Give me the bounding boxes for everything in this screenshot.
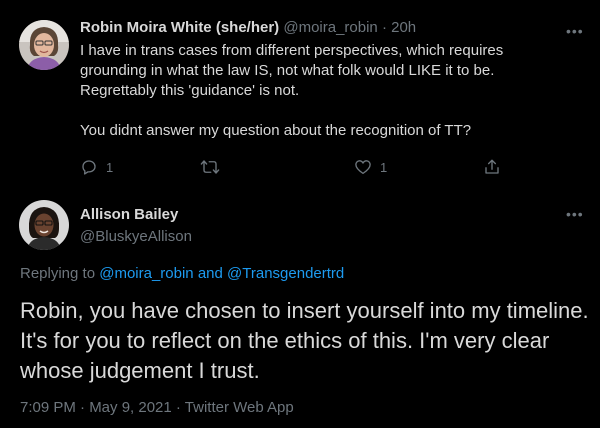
share-icon: [485, 159, 499, 174]
replying-and[interactable]: and: [198, 265, 223, 282]
avatar-robin[interactable]: [19, 20, 69, 70]
tweet1-more-icon[interactable]: •••: [566, 24, 584, 38]
share-button[interactable]: [483, 158, 501, 176]
tweet2-timestamp[interactable]: 7:09 PM · May 9, 2021 · Twitter Web App: [20, 399, 294, 416]
tweet1-text: I have in trans cases from different per…: [80, 41, 570, 141]
retweet-button[interactable]: [200, 158, 228, 176]
tweet1-separator: ·: [381, 19, 387, 36]
tweet1-line-2: grounding in what the law IS, not what f…: [80, 62, 495, 79]
tweet2-display-name[interactable]: Allison Bailey: [80, 206, 178, 223]
heart-icon: [355, 160, 371, 175]
tweet2-handle[interactable]: @BluskyeAllison: [80, 228, 192, 245]
like-count: 1: [380, 159, 388, 175]
avatar-image: [19, 200, 69, 250]
tweet2-more-icon[interactable]: •••: [566, 207, 584, 221]
replying-prefix: Replying to: [20, 265, 96, 282]
tweet1-display-name[interactable]: Robin Moira White (she/her): [80, 19, 279, 36]
reply-button[interactable]: 1: [80, 158, 113, 176]
tweet1-question: You didnt answer my question about the r…: [80, 122, 472, 139]
tweet1-header: Robin Moira White (she/her) @moira_robin…: [80, 19, 416, 36]
retweet-icon: [200, 160, 220, 174]
tweet1-time[interactable]: 20h: [391, 19, 416, 36]
mention-moira-robin[interactable]: @moira_robin: [99, 265, 193, 282]
avatar-allison[interactable]: [19, 200, 69, 250]
tweet1-handle[interactable]: @moira_robin: [283, 19, 377, 36]
like-button[interactable]: 1: [354, 158, 387, 176]
avatar-image: [19, 20, 69, 70]
reply-count: 1: [106, 159, 114, 175]
replying-to: Replying to @moira_robin and @Transgende…: [20, 265, 344, 282]
tweet2-text: Robin, you have chosen to insert yoursel…: [20, 298, 589, 383]
reply-icon: [82, 160, 96, 175]
tweet1-line-1: I have in trans cases from different per…: [80, 42, 504, 59]
mention-transgendertrd[interactable]: @Transgendertrd: [227, 265, 344, 282]
tweet1-line-3: Regrettably this 'guidance' is not.: [80, 82, 300, 99]
